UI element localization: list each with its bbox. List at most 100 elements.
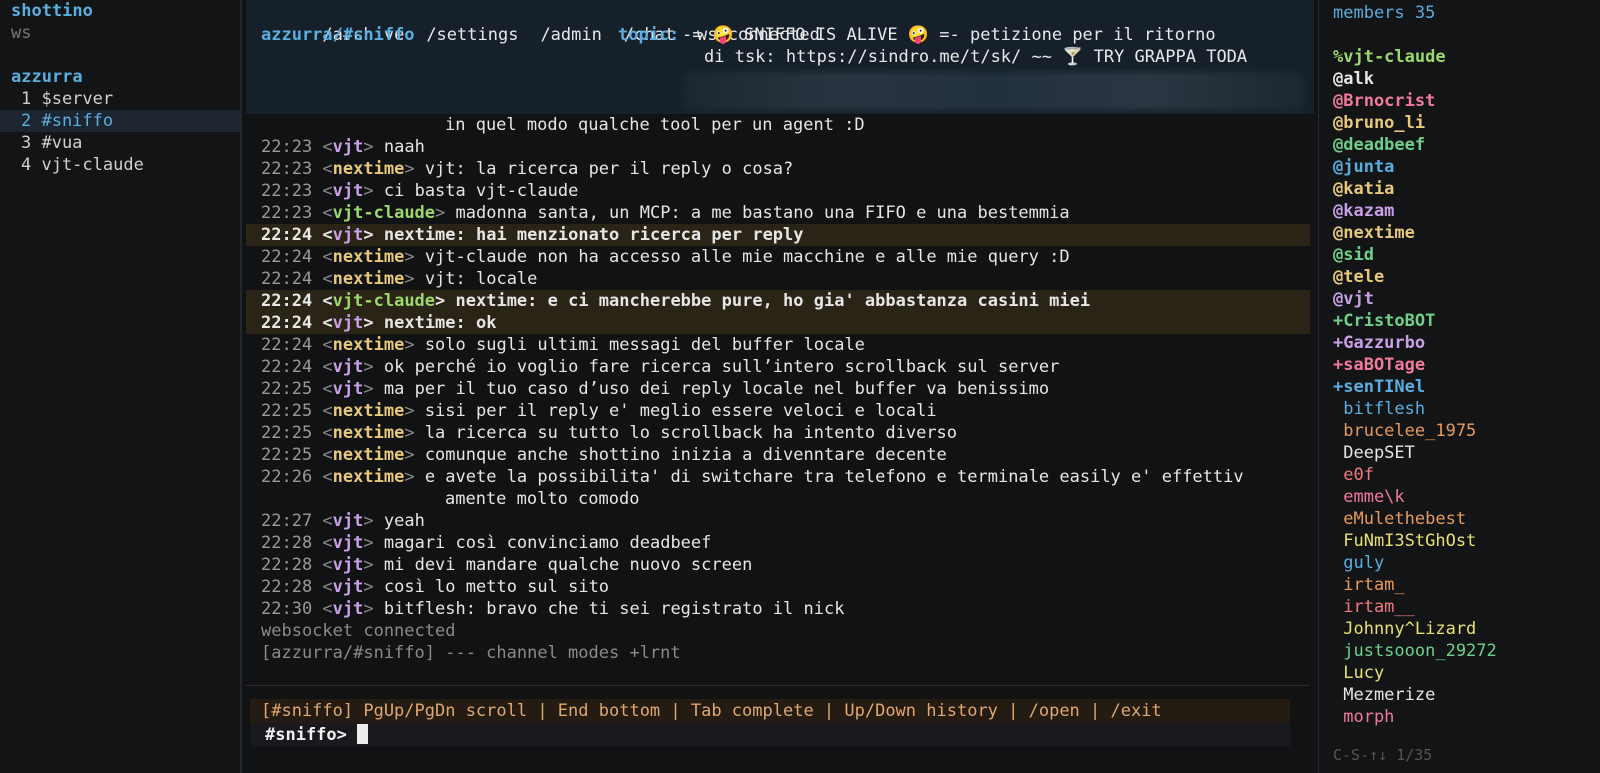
member-item[interactable]: @junta <box>1333 156 1497 178</box>
network-name[interactable]: azzurra <box>0 66 240 88</box>
message-text: vjt: la ricerca per il reply o cosa? <box>424 159 794 179</box>
nick[interactable]: nextime <box>333 269 405 289</box>
member-item[interactable]: justsooon_29272 <box>1333 640 1497 662</box>
member-item[interactable]: irtam_ <box>1333 574 1497 596</box>
member-item[interactable]: brucelee_1975 <box>1333 420 1497 442</box>
nick-bracket-open: < <box>312 379 333 399</box>
member-list: %vjt-claude @alk @Brnocrist @bruno_li @deadb… <box>1333 46 1497 728</box>
nav-settings-link[interactable]: /settings <box>426 25 518 45</box>
nav-admin-link[interactable]: /admin <box>540 25 601 45</box>
message-text: magari così convinciamo deadbeef <box>383 533 712 553</box>
member-item[interactable]: +saBOTage <box>1333 354 1497 376</box>
nick-bracket-close: > <box>363 599 384 619</box>
member-item[interactable]: @tele <box>1333 266 1497 288</box>
member-item[interactable]: Mezmerize <box>1333 684 1497 706</box>
text-cursor[interactable] <box>356 724 368 744</box>
nick-bracket-close: > <box>363 313 384 333</box>
message: 22:24 <vjt> ok perché io voglio fare ric… <box>246 356 1310 378</box>
member-item[interactable]: morph <box>1333 706 1497 728</box>
member-item[interactable]: emme\k <box>1333 486 1497 508</box>
member-item[interactable]: irtam__ <box>1333 596 1497 618</box>
member-item[interactable]: @Brnocrist <box>1333 90 1497 112</box>
member-item[interactable]: @vjt <box>1333 288 1497 310</box>
nick-bracket-open: < <box>312 599 333 619</box>
nick-bracket-close: > <box>404 247 425 267</box>
member-item[interactable]: e0f <box>1333 464 1497 486</box>
message-text: sisi per il reply e' meglio essere veloc… <box>424 401 937 421</box>
nick[interactable]: vjt-claude <box>333 203 435 223</box>
message-log[interactable]: in quel modo qualche tool per un agent :… <box>246 114 1310 674</box>
nick-bracket-close: > <box>363 555 384 575</box>
message-text: vjt: locale <box>424 269 538 289</box>
message: 22:25 <nextime> sisi per il reply e' meg… <box>246 400 1310 422</box>
nick[interactable]: nextime <box>333 159 405 179</box>
buffer-item[interactable]: 3 #vua <box>0 132 240 154</box>
app-name: shottino <box>11 1 93 21</box>
nick[interactable]: vjt <box>333 577 364 597</box>
topic-line-2: di tsk: https://sindro.me/t/sk/ ~~ 🍸 TRY… <box>704 47 1248 67</box>
nick[interactable]: vjt <box>333 379 364 399</box>
buffer-item[interactable]: 2 #sniffo <box>0 110 240 132</box>
member-item[interactable]: eMulethebest <box>1333 508 1497 530</box>
member-item[interactable]: %vjt-claude <box>1333 46 1497 68</box>
nick[interactable]: vjt <box>333 313 364 333</box>
message-continuation: in quel modo qualche tool per un agent :… <box>445 115 865 135</box>
nick[interactable]: nextime <box>333 467 405 487</box>
member-item[interactable]: @nextime <box>1333 222 1497 244</box>
member-item[interactable]: @katia <box>1333 178 1497 200</box>
member-item[interactable]: guly <box>1333 552 1497 574</box>
nick-bracket-close: > <box>404 159 425 179</box>
system-message: [azzurra/#sniffo] --- channel modes +lrn… <box>261 643 681 663</box>
nick[interactable]: vjt <box>333 357 364 377</box>
member-item[interactable]: +Gazzurbo <box>1333 332 1497 354</box>
member-item[interactable]: Johnny^Lizard <box>1333 618 1497 640</box>
timestamp: 22:24 <box>261 335 313 355</box>
member-item[interactable]: Lucy <box>1333 662 1497 684</box>
redacted-topic-area <box>684 72 1304 110</box>
member-item[interactable]: DeepSET <box>1333 442 1497 464</box>
nick[interactable]: nextime <box>333 335 405 355</box>
member-item[interactable]: +senTINel <box>1333 376 1497 398</box>
nick[interactable]: nextime <box>333 401 405 421</box>
member-item[interactable]: @deadbeef <box>1333 134 1497 156</box>
timestamp: 22:25 <box>261 445 313 465</box>
nick[interactable]: vjt <box>333 555 364 575</box>
nick-bracket-close: > <box>363 225 384 245</box>
timestamp: 22:26 <box>261 467 313 487</box>
nick[interactable]: nextime <box>333 445 405 465</box>
timestamp: 22:24 <box>261 225 313 245</box>
timestamp: 22:23 <box>261 159 313 179</box>
topic-line-1: -= 🤪 SNIFFO IS ALIVE 🤪 =- petizione per … <box>682 25 1216 45</box>
member-item[interactable]: @kazam <box>1333 200 1497 222</box>
nick[interactable]: vjt <box>333 511 364 531</box>
message: 22:26 <nextime> e avete la possibilita' … <box>246 466 1310 488</box>
buffer-sidebar: shottino ws azzurra 1 $server 2 #sniffo 3 … <box>0 0 242 773</box>
nick[interactable]: vjt <box>333 533 364 553</box>
nick-bracket-open: < <box>312 291 333 311</box>
message-text: comunque anche shottino inizia a divennt… <box>424 445 947 465</box>
member-item[interactable]: FuNmI3StGhOst <box>1333 530 1497 552</box>
member-item[interactable]: +CristoBOT <box>1333 310 1497 332</box>
nick-bracket-open: < <box>312 269 333 289</box>
member-item[interactable]: @bruno_li <box>1333 112 1497 134</box>
buffer-item[interactable]: 1 $server <box>0 88 240 110</box>
status-bar: [#sniffo] PgUp/PgDn scroll | End bottom … <box>250 699 1290 723</box>
member-item[interactable]: @alk <box>1333 68 1497 90</box>
nick-bracket-open: < <box>312 511 333 531</box>
timestamp: 22:28 <box>261 533 313 553</box>
member-item[interactable]: bitflesh <box>1333 398 1497 420</box>
nick[interactable]: vjt <box>333 181 364 201</box>
nick[interactable]: vjt <box>333 599 364 619</box>
nick[interactable]: nextime <box>333 247 405 267</box>
message: 22:24 <nextime> vjt: locale <box>246 268 1310 290</box>
buffer-item[interactable]: 4 vjt-claude <box>0 154 240 176</box>
member-item[interactable]: @sid <box>1333 244 1497 266</box>
nick[interactable]: vjt <box>333 137 364 157</box>
nick-bracket-open: < <box>312 313 333 333</box>
nick[interactable]: vjt <box>333 225 364 245</box>
input-line[interactable]: #sniffo> <box>250 723 1290 747</box>
nick[interactable]: nextime <box>333 423 405 443</box>
highlighted-message: 22:24 <vjt> nextime: ok <box>246 312 1310 334</box>
nick-bracket-open: < <box>312 533 333 553</box>
nick[interactable]: vjt-claude <box>333 291 435 311</box>
